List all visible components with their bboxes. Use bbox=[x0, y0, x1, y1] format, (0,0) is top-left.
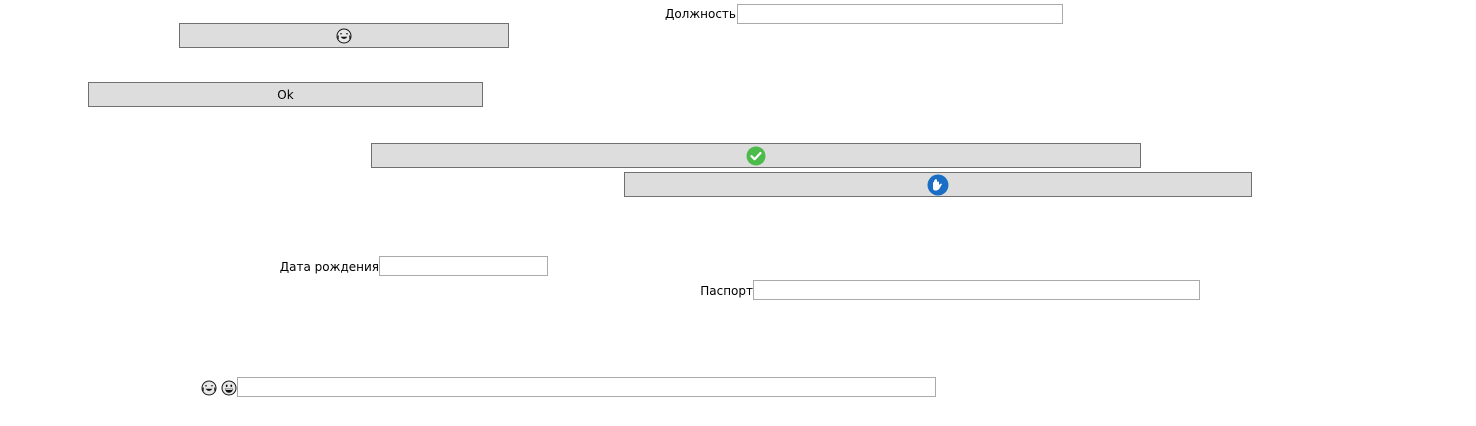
emoji-text-field[interactable] bbox=[237, 377, 936, 397]
blue-hand-circle-icon bbox=[927, 174, 949, 196]
passport-input[interactable] bbox=[754, 281, 1199, 299]
emoji-button[interactable] bbox=[179, 23, 509, 48]
birthdate-input[interactable] bbox=[380, 257, 547, 275]
check-button[interactable] bbox=[371, 143, 1141, 168]
emoji-text-input[interactable] bbox=[238, 378, 935, 396]
green-check-circle-icon bbox=[746, 146, 766, 166]
blue-icon-button[interactable] bbox=[624, 172, 1252, 197]
position-label: Должность bbox=[664, 7, 736, 21]
birthdate-label: Дата рождения bbox=[279, 260, 379, 274]
birthdate-field[interactable] bbox=[379, 256, 548, 276]
ok-button[interactable]: Ok bbox=[88, 82, 483, 107]
passport-label: Паспорт bbox=[700, 284, 753, 298]
grinning-face-icon bbox=[221, 380, 237, 396]
grinning-tears-face-icon bbox=[336, 28, 352, 44]
position-field[interactable] bbox=[737, 4, 1063, 24]
position-input[interactable] bbox=[738, 5, 1062, 23]
passport-field[interactable] bbox=[753, 280, 1200, 300]
grinning-tears-face-icon bbox=[201, 380, 217, 396]
